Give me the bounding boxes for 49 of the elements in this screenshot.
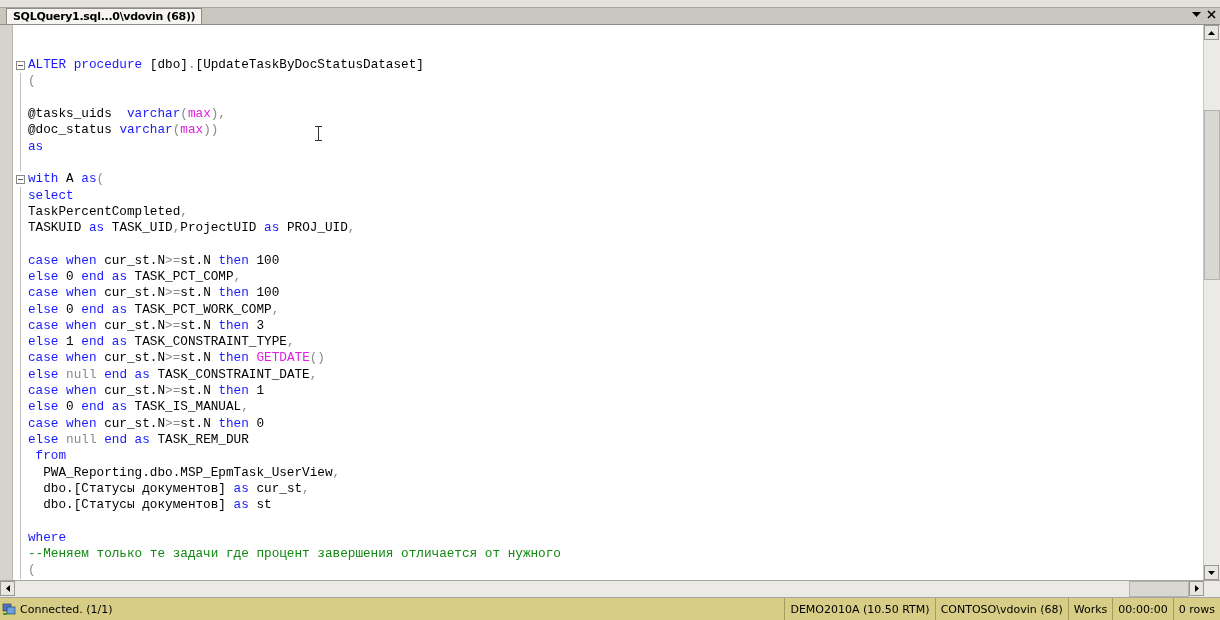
- code-line: where: [28, 529, 67, 546]
- code-line: TaskPercentCompleted,: [28, 203, 188, 220]
- code-line: @doc_status varchar(max)): [28, 122, 219, 139]
- down-arrow-icon[interactable]: [1208, 570, 1215, 575]
- close-icon[interactable]: [1207, 9, 1216, 19]
- code-line: --Меняем только те задачи где процент завершения отличается от нужного: [28, 546, 561, 563]
- server-icon: [2, 602, 16, 616]
- connection-status: Connected. (1/1): [19, 602, 113, 616]
- scroll-thumb[interactable]: [1204, 110, 1220, 280]
- code-line: ALTER procedure [dbo].[UpdateTaskByDocStatusDataset]: [28, 57, 424, 74]
- code-line: as: [28, 138, 44, 155]
- dropdown-icon[interactable]: [1192, 11, 1201, 17]
- code-line: else 0 end as TASK_IS_MANUAL,: [28, 399, 249, 416]
- right-arrow-icon[interactable]: [1194, 585, 1199, 592]
- up-arrow-icon[interactable]: [1208, 30, 1215, 35]
- code-line: case when cur_st.N>=st.N then 3: [28, 317, 265, 334]
- code-line: case when cur_st.N>=st.N then 100: [28, 252, 280, 269]
- collapse-icon[interactable]: [16, 60, 25, 70]
- code-line: case when cur_st.N>=st.N then 1: [28, 383, 265, 400]
- code-line: select: [28, 187, 74, 204]
- code-line: with A as(: [28, 171, 105, 188]
- code-line: case when cur_st.N>=st.N then 0: [28, 415, 265, 432]
- status-panel: CONTOSO\vdovin (68): [934, 598, 1068, 620]
- code-line: else null end as TASK_CONSTRAINT_DATE,: [28, 366, 318, 383]
- code-line: from: [34, 448, 67, 465]
- horizontal-scrollbar[interactable]: [0, 580, 1220, 597]
- status-panel: 0 rows: [1172, 598, 1220, 620]
- scroll-thumb[interactable]: [1129, 581, 1189, 597]
- code-line: else null end as TASK_REM_DUR: [28, 431, 249, 448]
- left-arrow-icon[interactable]: [5, 585, 10, 592]
- text-cursor-icon: [315, 126, 322, 141]
- document-tab[interactable]: SQLQuery1.sql...0\vdovin (68)): [6, 8, 203, 24]
- code-line: else 0 end as TASK_PCT_COMP,: [28, 269, 242, 285]
- code-line: case when cur_st.N>=st.N then GETDATE(): [28, 350, 325, 367]
- code-line: dbo.[Статусы документов] as st: [42, 497, 272, 514]
- code-line: (: [28, 73, 36, 90]
- collapse-icon[interactable]: [16, 174, 25, 184]
- vertical-scrollbar[interactable]: [1203, 25, 1220, 580]
- code-line: TASKUID as TASK_UID,ProjectUID as PROJ_UID,: [28, 220, 356, 237]
- code-line: else 0 end as TASK_PCT_WORK_COMP,: [28, 301, 280, 318]
- status-panel: DEMO2010A (10.50 RTM): [784, 598, 935, 620]
- code-line: (: [28, 562, 36, 579]
- code-line: dbo.[Статусы документов] as cur_st,: [42, 480, 310, 497]
- code-line: PWA_Reporting.dbo.MSP_EpmTask_UserView,: [42, 464, 341, 481]
- status-panel: 00:00:00: [1112, 598, 1173, 620]
- code-line: else 1 end as TASK_CONSTRAINT_TYPE,: [28, 334, 295, 351]
- status-panel: Works: [1067, 598, 1113, 620]
- code-line: case when cur_st.N>=st.N then 100: [28, 285, 280, 302]
- code-line: @tasks_uids varchar(max),: [28, 106, 226, 123]
